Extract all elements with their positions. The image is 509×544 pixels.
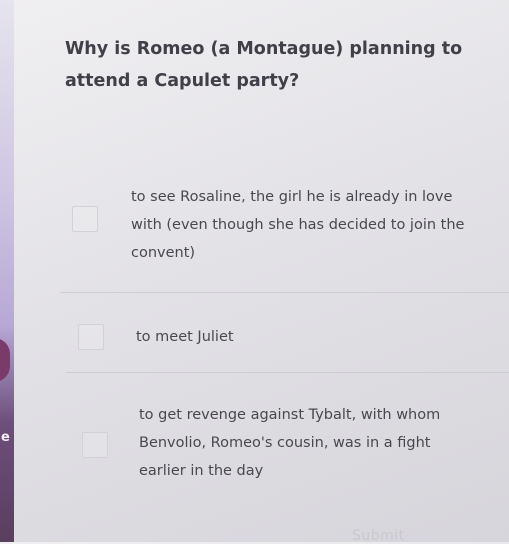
answer-label-3[interactable]: to get revenge against Tybalt, with whom… (139, 401, 459, 485)
answer-option-2[interactable]: to meet Juliet (0, 318, 509, 368)
question-text: Why is Romeo (a Montague) planning to at… (65, 39, 463, 91)
option-divider (60, 292, 509, 293)
option-divider (66, 372, 509, 373)
answer-option-1[interactable]: to see Rosaline, the girl he is already … (0, 180, 509, 280)
answer-checkbox-2[interactable] (78, 324, 104, 350)
answer-label-1[interactable]: to see Rosaline, the girl he is already … (131, 183, 481, 267)
answer-checkbox-1[interactable] (72, 206, 98, 232)
answer-checkbox-3[interactable] (82, 432, 108, 458)
answer-option-3[interactable]: to get revenge against Tybalt, with whom… (0, 398, 509, 498)
answer-label-2[interactable]: to meet Juliet (136, 323, 476, 351)
